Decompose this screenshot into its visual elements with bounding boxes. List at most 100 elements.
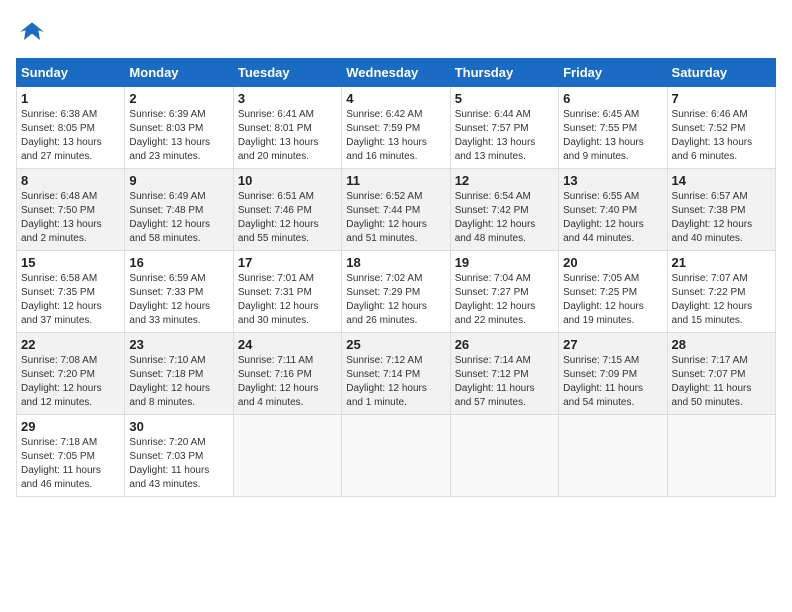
calendar-row-4: 29Sunrise: 7:18 AM Sunset: 7:05 PM Dayli… bbox=[17, 415, 776, 497]
calendar-cell: 27 Sunrise: 7:15 AM Sunset: 7:09 PM Dayli… bbox=[559, 333, 667, 415]
day-number: 8 bbox=[21, 173, 120, 188]
calendar-cell: 30 Sunrise: 7:20 AM Sunset: 7:03 PM Dayli… bbox=[125, 415, 233, 497]
day-number: 10 bbox=[238, 173, 337, 188]
day-number: 24 bbox=[238, 337, 337, 352]
day-number: 4 bbox=[346, 91, 445, 106]
day-info: Sunrise: 6:54 AM Sunset: 7:42 PM Dayligh… bbox=[455, 190, 554, 246]
day-info: Sunrise: 6:46 AM Sunset: 7:52 PM Dayligh… bbox=[672, 108, 771, 164]
calendar-cell: 9Sunrise: 6:49 AM Sunset: 7:48 PM Daylig… bbox=[125, 169, 233, 251]
day-number: 14 bbox=[672, 173, 771, 188]
day-number: 1 bbox=[21, 91, 120, 106]
day-number: 7 bbox=[672, 91, 771, 106]
day-info: Sunrise: 7:01 AM Sunset: 7:31 PM Dayligh… bbox=[238, 272, 337, 328]
day-info: Sunrise: 7:14 AM Sunset: 7:12 PM Dayligh… bbox=[455, 354, 554, 410]
calendar-row-0: 1 Sunrise: 6:38 AM Sunset: 8:05 PM Daylig… bbox=[17, 87, 776, 169]
calendar-cell: 17 Sunrise: 7:01 AM Sunset: 7:31 PM Dayli… bbox=[233, 251, 341, 333]
day-number: 11 bbox=[346, 173, 445, 188]
page-header bbox=[16, 16, 776, 48]
calendar-cell: 28 Sunrise: 7:17 AM Sunset: 7:07 PM Dayli… bbox=[667, 333, 775, 415]
weekday-header-thursday: Thursday bbox=[450, 59, 558, 87]
day-info: Sunrise: 7:07 AM Sunset: 7:22 PM Dayligh… bbox=[672, 272, 771, 328]
calendar-cell: 3 Sunrise: 6:41 AM Sunset: 8:01 PM Daylig… bbox=[233, 87, 341, 169]
day-number: 6 bbox=[563, 91, 662, 106]
calendar-cell: 2 Sunrise: 6:39 AM Sunset: 8:03 PM Daylig… bbox=[125, 87, 233, 169]
calendar-table: SundayMondayTuesdayWednesdayThursdayFrid… bbox=[16, 58, 776, 497]
calendar-cell: 12 Sunrise: 6:54 AM Sunset: 7:42 PM Dayli… bbox=[450, 169, 558, 251]
logo bbox=[16, 16, 52, 48]
calendar-cell bbox=[233, 415, 341, 497]
day-number: 21 bbox=[672, 255, 771, 270]
day-info: Sunrise: 6:52 AM Sunset: 7:44 PM Dayligh… bbox=[346, 190, 445, 246]
weekday-header-saturday: Saturday bbox=[667, 59, 775, 87]
calendar-cell bbox=[667, 415, 775, 497]
calendar-cell bbox=[342, 415, 450, 497]
day-info: Sunrise: 6:42 AM Sunset: 7:59 PM Dayligh… bbox=[346, 108, 445, 164]
calendar-cell: 4 Sunrise: 6:42 AM Sunset: 7:59 PM Daylig… bbox=[342, 87, 450, 169]
day-info: Sunrise: 6:58 AM Sunset: 7:35 PM Dayligh… bbox=[21, 272, 120, 328]
calendar-cell: 7 Sunrise: 6:46 AM Sunset: 7:52 PM Daylig… bbox=[667, 87, 775, 169]
calendar-row-1: 8 Sunrise: 6:48 AM Sunset: 7:50 PM Daylig… bbox=[17, 169, 776, 251]
calendar-cell bbox=[559, 415, 667, 497]
calendar-cell: 15 Sunrise: 6:58 AM Sunset: 7:35 PM Dayli… bbox=[17, 251, 125, 333]
weekday-header-tuesday: Tuesday bbox=[233, 59, 341, 87]
day-number: 2 bbox=[129, 91, 228, 106]
calendar-cell: 14 Sunrise: 6:57 AM Sunset: 7:38 PM Dayli… bbox=[667, 169, 775, 251]
calendar-cell: 19Sunrise: 7:04 AM Sunset: 7:27 PM Dayli… bbox=[450, 251, 558, 333]
day-info: Sunrise: 6:51 AM Sunset: 7:46 PM Dayligh… bbox=[238, 190, 337, 246]
day-info: Sunrise: 6:38 AM Sunset: 8:05 PM Dayligh… bbox=[21, 108, 120, 164]
day-number: 18 bbox=[346, 255, 445, 270]
day-number: 28 bbox=[672, 337, 771, 352]
day-info: Sunrise: 6:41 AM Sunset: 8:01 PM Dayligh… bbox=[238, 108, 337, 164]
calendar-cell: 20Sunrise: 7:05 AM Sunset: 7:25 PM Dayli… bbox=[559, 251, 667, 333]
calendar-cell: 29Sunrise: 7:18 AM Sunset: 7:05 PM Dayli… bbox=[17, 415, 125, 497]
day-number: 3 bbox=[238, 91, 337, 106]
day-number: 17 bbox=[238, 255, 337, 270]
day-info: Sunrise: 7:10 AM Sunset: 7:18 PM Dayligh… bbox=[129, 354, 228, 410]
day-number: 27 bbox=[563, 337, 662, 352]
day-number: 26 bbox=[455, 337, 554, 352]
day-number: 15 bbox=[21, 255, 120, 270]
day-info: Sunrise: 7:02 AM Sunset: 7:29 PM Dayligh… bbox=[346, 272, 445, 328]
weekday-header-wednesday: Wednesday bbox=[342, 59, 450, 87]
weekday-header-friday: Friday bbox=[559, 59, 667, 87]
calendar-cell: 25Sunrise: 7:12 AM Sunset: 7:14 PM Dayli… bbox=[342, 333, 450, 415]
day-info: Sunrise: 6:45 AM Sunset: 7:55 PM Dayligh… bbox=[563, 108, 662, 164]
day-number: 12 bbox=[455, 173, 554, 188]
calendar-cell bbox=[450, 415, 558, 497]
calendar-cell: 18 Sunrise: 7:02 AM Sunset: 7:29 PM Dayli… bbox=[342, 251, 450, 333]
day-number: 13 bbox=[563, 173, 662, 188]
logo-bird-icon bbox=[16, 16, 48, 48]
calendar-cell: 10 Sunrise: 6:51 AM Sunset: 7:46 PM Dayli… bbox=[233, 169, 341, 251]
weekday-header-monday: Monday bbox=[125, 59, 233, 87]
calendar-row-3: 22Sunrise: 7:08 AM Sunset: 7:20 PM Dayli… bbox=[17, 333, 776, 415]
day-info: Sunrise: 6:48 AM Sunset: 7:50 PM Dayligh… bbox=[21, 190, 120, 246]
day-info: Sunrise: 7:12 AM Sunset: 7:14 PM Dayligh… bbox=[346, 354, 445, 410]
calendar-cell: 13Sunrise: 6:55 AM Sunset: 7:40 PM Dayli… bbox=[559, 169, 667, 251]
calendar-cell: 8 Sunrise: 6:48 AM Sunset: 7:50 PM Daylig… bbox=[17, 169, 125, 251]
day-info: Sunrise: 7:17 AM Sunset: 7:07 PM Dayligh… bbox=[672, 354, 771, 410]
calendar-cell: 24 Sunrise: 7:11 AM Sunset: 7:16 PM Dayli… bbox=[233, 333, 341, 415]
day-info: Sunrise: 6:57 AM Sunset: 7:38 PM Dayligh… bbox=[672, 190, 771, 246]
day-info: Sunrise: 6:39 AM Sunset: 8:03 PM Dayligh… bbox=[129, 108, 228, 164]
calendar-cell: 11 Sunrise: 6:52 AM Sunset: 7:44 PM Dayli… bbox=[342, 169, 450, 251]
day-info: Sunrise: 7:11 AM Sunset: 7:16 PM Dayligh… bbox=[238, 354, 337, 410]
calendar-cell: 16 Sunrise: 6:59 AM Sunset: 7:33 PM Dayli… bbox=[125, 251, 233, 333]
calendar-cell: 23Sunrise: 7:10 AM Sunset: 7:18 PM Dayli… bbox=[125, 333, 233, 415]
calendar-cell: 22Sunrise: 7:08 AM Sunset: 7:20 PM Dayli… bbox=[17, 333, 125, 415]
day-info: Sunrise: 7:05 AM Sunset: 7:25 PM Dayligh… bbox=[563, 272, 662, 328]
day-info: Sunrise: 7:20 AM Sunset: 7:03 PM Dayligh… bbox=[129, 436, 228, 492]
day-info: Sunrise: 7:18 AM Sunset: 7:05 PM Dayligh… bbox=[21, 436, 120, 492]
day-number: 9 bbox=[129, 173, 228, 188]
calendar-cell: 1 Sunrise: 6:38 AM Sunset: 8:05 PM Daylig… bbox=[17, 87, 125, 169]
day-info: Sunrise: 6:59 AM Sunset: 7:33 PM Dayligh… bbox=[129, 272, 228, 328]
calendar-cell: 21 Sunrise: 7:07 AM Sunset: 7:22 PM Dayli… bbox=[667, 251, 775, 333]
day-number: 16 bbox=[129, 255, 228, 270]
day-number: 5 bbox=[455, 91, 554, 106]
day-info: Sunrise: 6:44 AM Sunset: 7:57 PM Dayligh… bbox=[455, 108, 554, 164]
day-number: 30 bbox=[129, 419, 228, 434]
weekday-header-sunday: Sunday bbox=[17, 59, 125, 87]
day-info: Sunrise: 7:04 AM Sunset: 7:27 PM Dayligh… bbox=[455, 272, 554, 328]
calendar-cell: 6 Sunrise: 6:45 AM Sunset: 7:55 PM Daylig… bbox=[559, 87, 667, 169]
day-number: 22 bbox=[21, 337, 120, 352]
day-info: Sunrise: 7:15 AM Sunset: 7:09 PM Dayligh… bbox=[563, 354, 662, 410]
